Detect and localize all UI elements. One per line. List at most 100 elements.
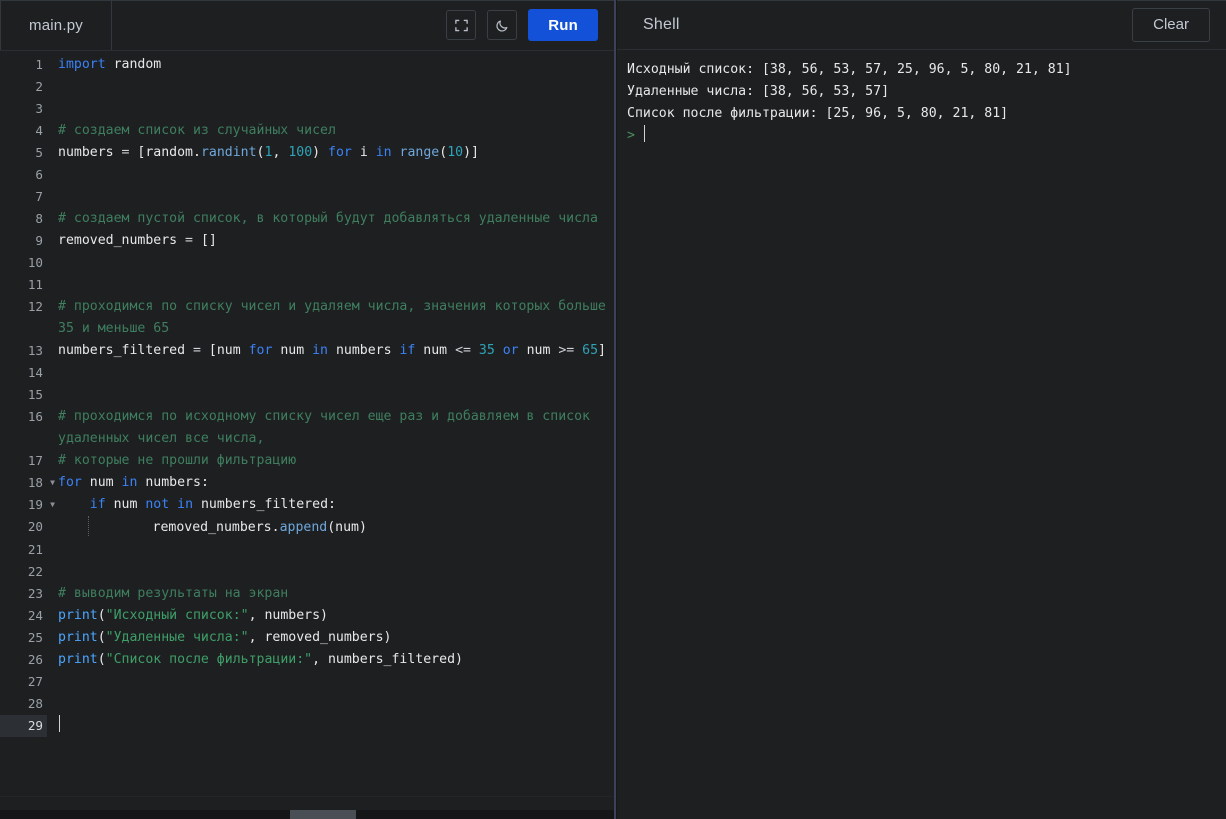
code-line[interactable]: 9removed_numbers = [] (0, 230, 614, 252)
code-token: randint (201, 145, 257, 160)
code-token: random (106, 57, 162, 72)
code-token: if (90, 497, 106, 512)
file-tab-main-py[interactable]: main.py (0, 0, 112, 50)
code-token: [random. (137, 145, 201, 160)
code-token: or (503, 343, 519, 358)
shell-output-line: Исходный список: [38, 56, 53, 57, 25, 96… (627, 59, 1216, 81)
line-number: 25 (0, 627, 47, 649)
code-line[interactable]: 21 (0, 539, 614, 561)
code-line[interactable]: 18▼for num in numbers: (0, 472, 614, 494)
code-line[interactable]: 5numbers = [random.randint(1, 100) for i… (0, 142, 614, 164)
shell-toolbar: Shell Clear (617, 0, 1226, 50)
code-token: >= (558, 343, 582, 358)
code-line[interactable]: 17# которые не прошли фильтрацию (0, 450, 614, 472)
line-number: 13 (0, 340, 47, 362)
code-line[interactable]: 3 (0, 98, 614, 120)
code-line-text: removed_numbers = [] (47, 230, 614, 252)
code-line-text: # проходимся по списку чисел и удаляем ч… (47, 296, 614, 340)
code-line[interactable]: 8# создаем пустой список, в который буду… (0, 208, 614, 230)
code-line[interactable]: 7 (0, 186, 614, 208)
code-token: ( (98, 630, 106, 645)
code-line[interactable]: 20 removed_numbers.append(num) (0, 516, 614, 539)
code-line[interactable]: 10 (0, 252, 614, 274)
code-token: if (399, 343, 415, 358)
line-number: 16 (0, 406, 47, 428)
code-line[interactable]: 24print("Исходный список:", numbers) (0, 605, 614, 627)
code-line[interactable]: 15 (0, 384, 614, 406)
code-token: num (272, 343, 312, 358)
code-line[interactable]: 12# проходимся по списку чисел и удаляем… (0, 296, 614, 340)
clear-button[interactable]: Clear (1132, 8, 1210, 42)
line-number: 17 (0, 450, 47, 472)
code-line[interactable]: 27 (0, 671, 614, 693)
code-token: # создаем пустой список, в который будут… (58, 211, 598, 226)
line-number: 2 (0, 76, 47, 98)
code-line[interactable]: 23# выводим результаты на экран (0, 583, 614, 605)
code-line[interactable]: 4# создаем список из случайных чисел (0, 120, 614, 142)
file-tab-label: main.py (29, 17, 83, 34)
code-token: , (272, 145, 288, 160)
code-line[interactable]: 22 (0, 561, 614, 583)
code-token: numbers_filtered (58, 343, 193, 358)
shell-output-line: Список после фильтрации: [25, 96, 5, 80,… (627, 103, 1216, 125)
shell-output-line: Удаленные числа: [38, 56, 53, 57] (627, 81, 1216, 103)
code-line-text: removed_numbers.append(num) (47, 516, 614, 539)
code-line[interactable]: 13numbers_filtered = [num for num in num… (0, 340, 614, 362)
shell-prompt-line[interactable]: > (627, 125, 1216, 147)
fullscreen-button[interactable] (446, 10, 476, 40)
editor-toolbar: main.py (0, 0, 614, 51)
code-token: )] (463, 145, 479, 160)
code-line[interactable]: 29 (0, 715, 614, 737)
code-line-text: numbers = [random.randint(1, 100) for i … (47, 142, 614, 164)
code-line-text (47, 164, 614, 186)
code-token: in (312, 343, 328, 358)
code-line-text (47, 539, 614, 561)
code-token: # создаем список из случайных чисел (58, 123, 336, 138)
code-token: in (376, 145, 392, 160)
code-line[interactable]: 16 # проходимся по исходному списку чисел… (0, 406, 614, 450)
chevron-down-icon[interactable]: ▼ (45, 472, 55, 494)
line-number: 28 (0, 693, 47, 715)
code-token: append (280, 520, 328, 535)
code-token: removed_numbers. (89, 520, 280, 535)
line-number: 26 (0, 649, 47, 671)
code-token: ( (98, 652, 106, 667)
code-token: print (58, 652, 98, 667)
line-number: 27 (0, 671, 47, 693)
dark-mode-button[interactable] (487, 10, 517, 40)
line-number: 15 (0, 384, 47, 406)
line-number: 14 (0, 362, 47, 384)
code-token: , numbers) (249, 608, 328, 623)
editor-horizontal-scrollbar[interactable] (0, 810, 614, 819)
code-token: # проходимся по исходному списку чисел е… (58, 409, 598, 446)
code-token: in (122, 475, 138, 490)
code-token: range (400, 145, 440, 160)
code-line-text (47, 362, 614, 384)
code-line[interactable]: 19▼ if num not in numbers_filtered: (0, 494, 614, 516)
code-line[interactable]: 11 (0, 274, 614, 296)
code-line[interactable]: 6 (0, 164, 614, 186)
shell-title: Shell (643, 16, 680, 34)
code-line[interactable]: 1import random (0, 54, 614, 76)
code-token: num (82, 475, 122, 490)
code-line[interactable]: 28 (0, 693, 614, 715)
line-number: 7 (0, 186, 47, 208)
chevron-down-icon[interactable]: ▼ (45, 494, 55, 516)
shell-output[interactable]: Исходный список: [38, 56, 53, 57, 25, 96… (617, 50, 1226, 819)
code-line-text (47, 671, 614, 693)
code-token: (num) (327, 520, 367, 535)
code-line-text: print("Удаленные числа:", removed_number… (47, 627, 614, 649)
code-line[interactable]: 14 (0, 362, 614, 384)
code-token: import (58, 57, 106, 72)
code-editor[interactable]: 1import random2 3 4# создаем список из с… (0, 51, 614, 796)
code-token: for (58, 475, 82, 490)
code-line-text (47, 76, 614, 98)
code-line-text: print("Список после фильтрации:", number… (47, 649, 614, 671)
editor-scrollbar-thumb[interactable] (290, 810, 356, 819)
code-line[interactable]: 25print("Удаленные числа:", removed_numb… (0, 627, 614, 649)
code-line[interactable]: 2 (0, 76, 614, 98)
code-line[interactable]: 26print("Список после фильтрации:", numb… (0, 649, 614, 671)
code-token: , removed_numbers) (249, 630, 392, 645)
code-token: ( (439, 145, 447, 160)
run-button[interactable]: Run (528, 9, 598, 41)
